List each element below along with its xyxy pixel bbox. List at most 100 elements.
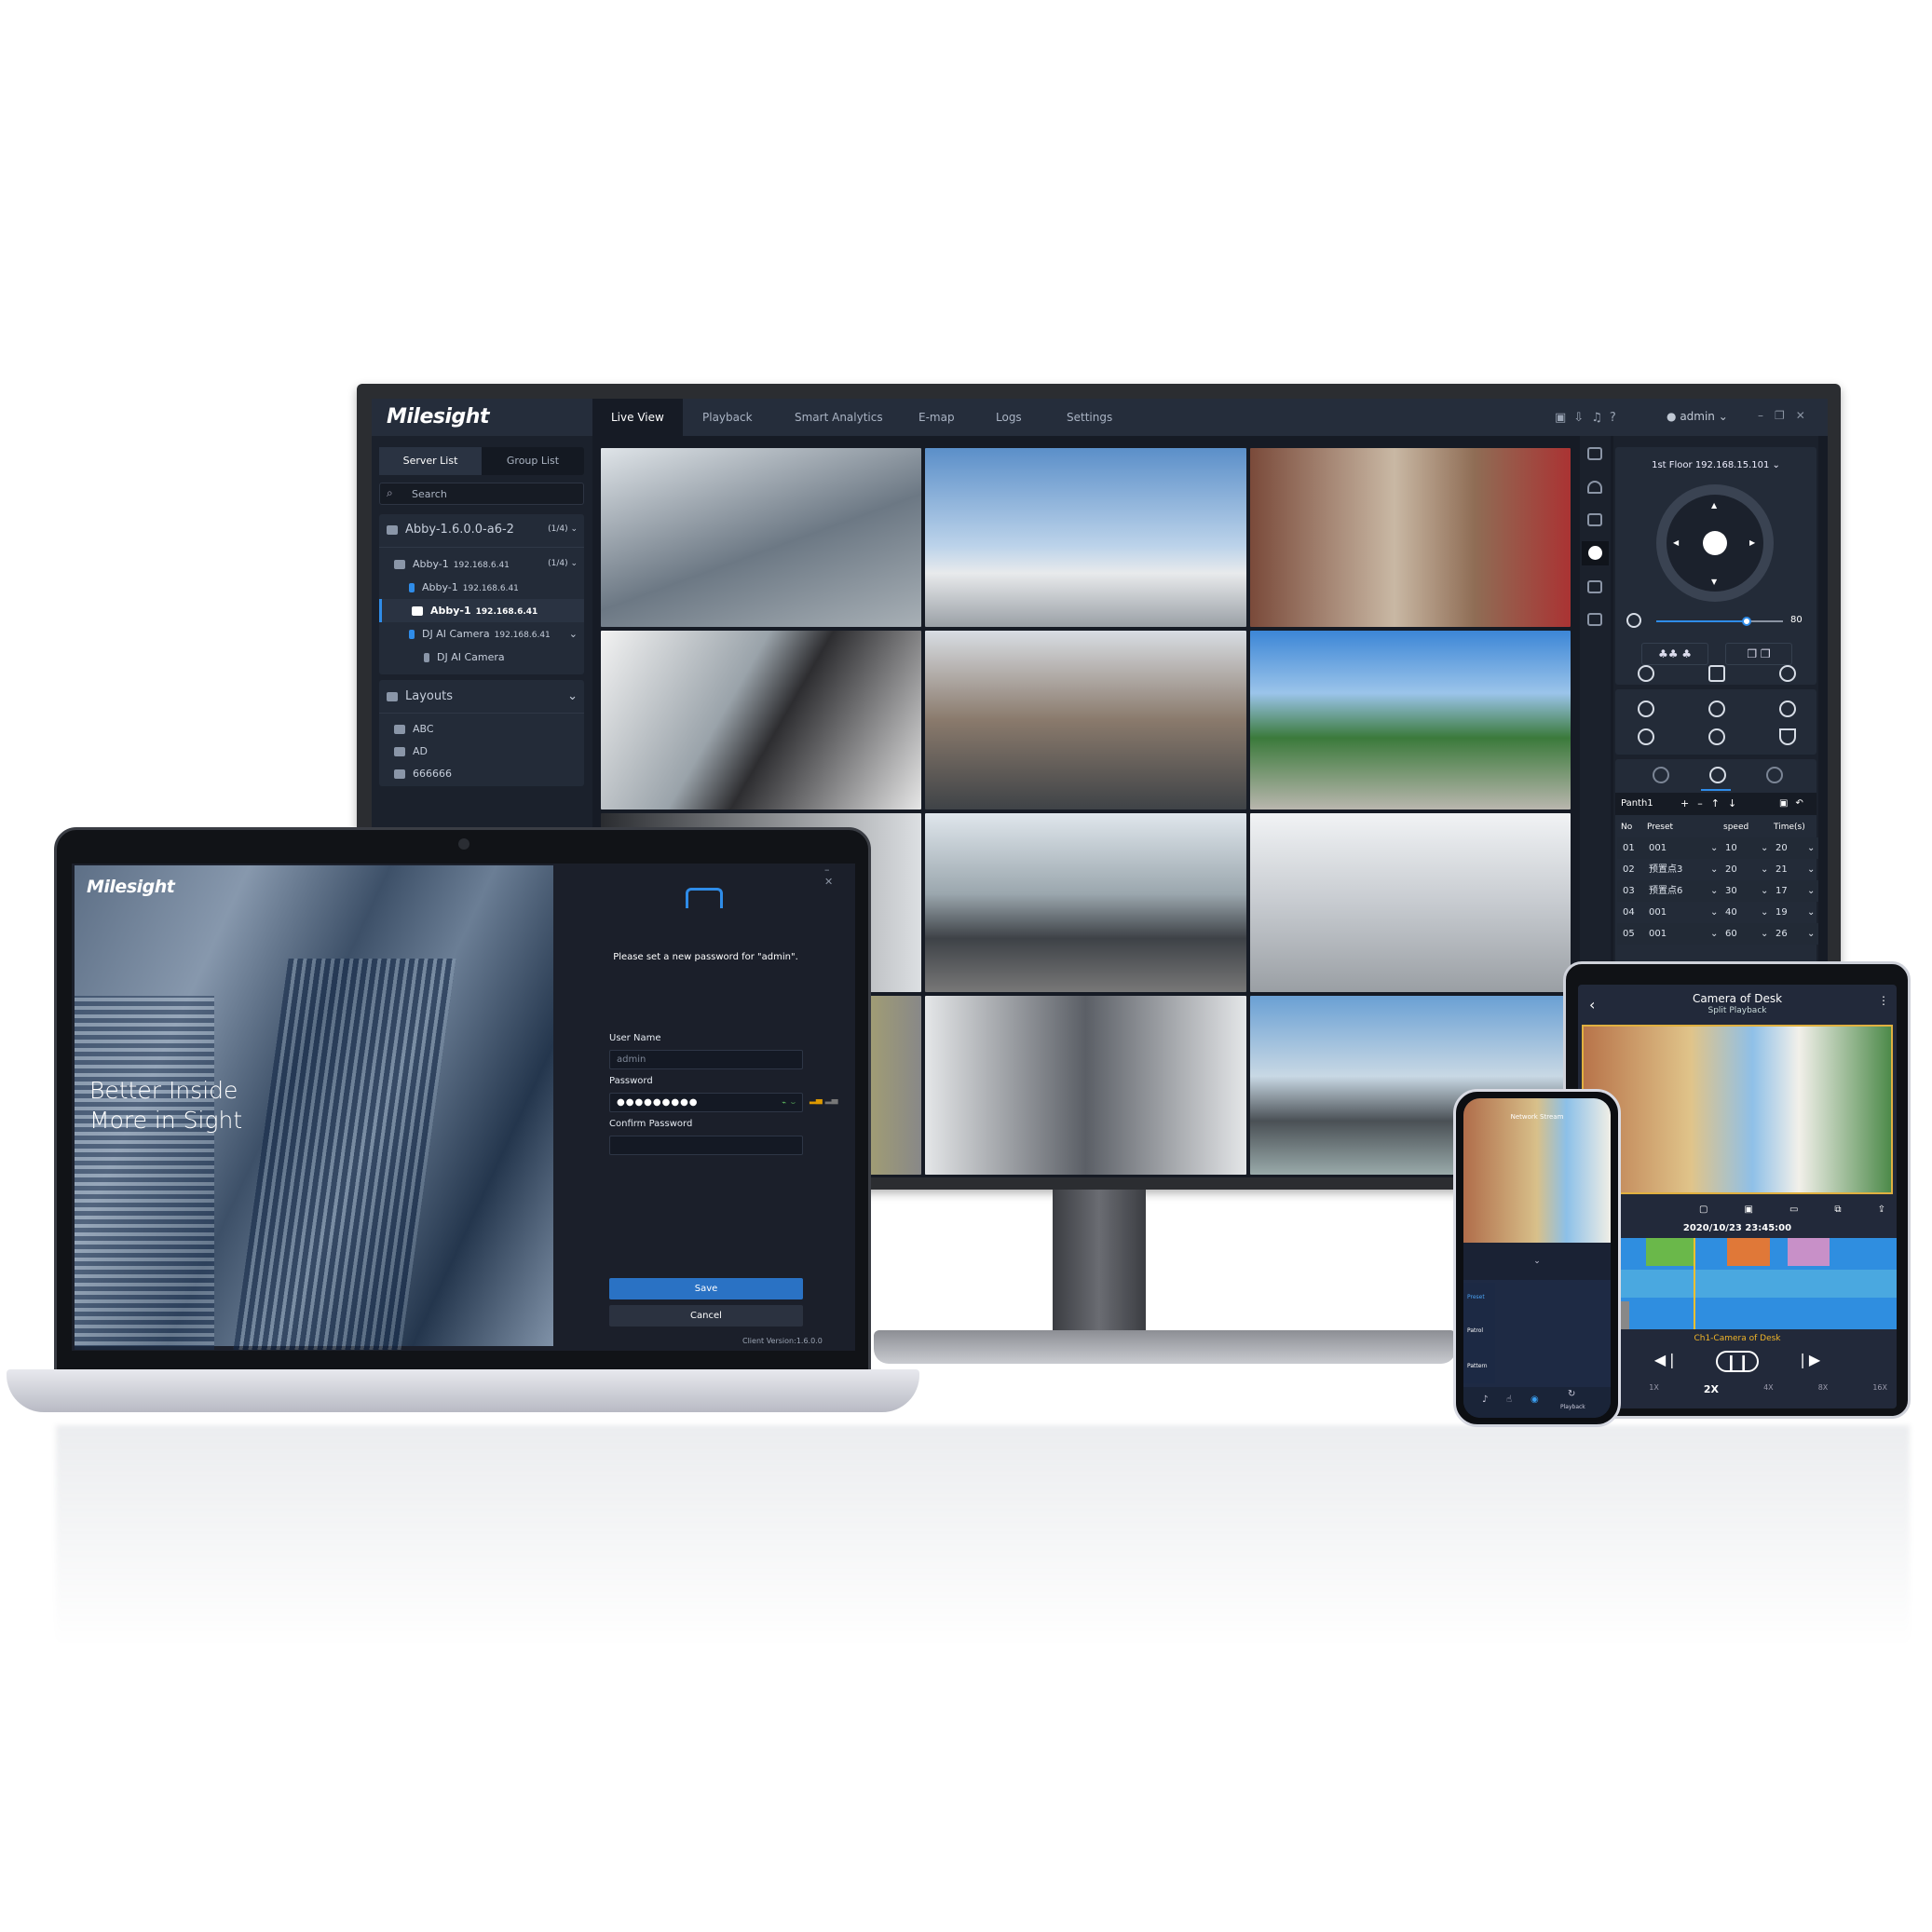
tab-logs[interactable]: Logs [977,399,1041,436]
user-menu[interactable]: ● admin ⌄ [1667,410,1728,423]
video-tile[interactable] [1249,813,1571,992]
search-input[interactable]: ⌕ Search [379,483,584,505]
tab-preset-icon[interactable] [1653,767,1669,783]
ptz-icon[interactable] [1588,546,1602,560]
speed-slider[interactable] [1656,617,1783,626]
camera-icon[interactable]: ◉ [1531,1395,1539,1405]
split-icon[interactable]: ⧉ [1834,1204,1841,1215]
bell-icon[interactable]: ♫ [1591,411,1610,425]
minimize-icon[interactable]: – [824,864,839,876]
video-tile[interactable] [601,448,922,627]
arrow-left-icon[interactable]: ◀ [1673,538,1679,547]
tab-playback[interactable]: Playback [684,399,771,436]
clip-icon[interactable]: ▭ [1789,1204,1798,1215]
video-tile[interactable] [601,631,922,810]
minimize-icon[interactable]: – [1758,409,1775,422]
chevron-down-icon[interactable]: ⌄ [1761,902,1768,923]
table-cell[interactable]: 20 [1725,859,1737,880]
chevron-down-icon[interactable]: ⌄ [1710,880,1718,902]
arrow-right-icon[interactable]: ▶ [1749,538,1755,547]
layout-item[interactable]: 666666 [394,762,452,785]
table-cell[interactable]: 001 [1649,902,1667,923]
table-cell[interactable]: 40 [1725,902,1737,923]
bell-icon[interactable] [1587,481,1602,494]
ptz-joystick[interactable]: ▲ ▼ ◀ ▶ [1656,484,1774,602]
chevron-down-icon[interactable]: ⌄ [1761,837,1768,859]
video-tile[interactable] [1249,448,1571,627]
cancel-button[interactable]: Cancel [609,1305,803,1327]
focus-far-icon[interactable]: ❐ [1761,647,1771,660]
light-icon[interactable] [1638,701,1654,717]
table-cell[interactable]: 21 [1776,859,1788,880]
sequence-icon[interactable] [1587,580,1602,593]
home-position-icon[interactable] [1638,728,1654,745]
table-cell[interactable]: 26 [1776,923,1788,945]
chevron-down-icon[interactable]: ⌄ [1761,880,1768,902]
chevron-down-icon[interactable]: ⌄ [1807,902,1815,923]
password-field[interactable]: ●●●●●●●●● ⌁ ⌣ [609,1093,803,1112]
menu-pattern[interactable]: Pattern [1467,1363,1488,1369]
layout-item[interactable]: ABC [394,717,434,741]
tab-live-view[interactable]: Live View [592,399,683,436]
menu-preset[interactable]: Preset [1467,1294,1485,1300]
playback-icon[interactable]: ↻ [1568,1389,1575,1399]
restore-icon[interactable]: ❐ [1775,409,1796,422]
tab-settings[interactable]: Settings [1048,399,1131,436]
microphone-icon[interactable]: ♪ [1482,1395,1488,1405]
chevron-down-icon[interactable]: ⌄ [1463,1243,1611,1280]
speed-option[interactable]: 8X [1818,1383,1829,1395]
tab-pattern-icon[interactable] [1766,767,1783,783]
chevron-down-icon[interactable]: ⌄ [1761,859,1768,880]
chevron-down-icon[interactable]: ⌄ [1710,859,1718,880]
pause-icon[interactable]: ❙❙ [1715,1351,1760,1372]
table-row[interactable]: 02 预置点3 ⌄ 20 ⌄ 21 ⌄ [1617,859,1818,880]
chevron-down-icon[interactable]: ⌄ [569,622,578,646]
camera-select[interactable]: 1st Floor 192.168.15.101 ⌄ [1615,460,1816,470]
move-up-icon[interactable]: ↑ [1711,797,1728,810]
speed-option[interactable]: 2X [1704,1383,1719,1395]
zoom-in-icon[interactable]: ♣ [1681,647,1692,660]
add-icon[interactable]: + [1680,797,1697,810]
video-tile[interactable] [925,631,1246,810]
chevron-down-icon[interactable]: ⌄ [1807,837,1815,859]
tab-group-list[interactable]: Group List [482,447,584,475]
save-button[interactable]: Save [609,1278,803,1299]
speed-option[interactable]: 1X [1649,1383,1659,1395]
video-tile[interactable] [925,996,1246,1175]
pin-icon[interactable] [1587,447,1602,460]
playback-video[interactable] [1582,1025,1893,1194]
zoom-out-icon[interactable]: ♣♣ [1658,647,1679,660]
table-cell[interactable]: 17 [1776,880,1788,902]
nvr-node[interactable]: Abby-1 192.168.6.41 (1/4) ⌄ [394,552,578,576]
table-cell[interactable]: 10 [1725,837,1737,859]
chevron-down-icon[interactable]: ⌄ [1807,880,1815,902]
layouts-header[interactable]: Layouts ⌄ [387,685,578,708]
tab-e-map[interactable]: E-map [900,399,973,436]
device-row-selected[interactable]: Abby-1 192.168.6.41 [379,599,584,622]
table-row[interactable]: 04 001 ⌄ 40 ⌄ 19 ⌄ [1617,902,1818,923]
server-node[interactable]: Abby-1.6.0.0-a6-2 (1/4) ⌄ [387,518,578,541]
ptz-hand-icon[interactable]: ☝ [1506,1395,1512,1405]
tab-server-list[interactable]: Server List [379,447,482,475]
power-icon[interactable] [1779,701,1796,717]
layout-item[interactable]: AD [394,740,428,763]
table-cell[interactable]: 20 [1776,837,1788,859]
chevron-down-icon[interactable]: ⌄ [1710,902,1718,923]
remove-icon[interactable]: – [1697,797,1711,810]
auto-focus-icon[interactable] [1638,665,1654,682]
chevron-down-icon[interactable]: ⌄ [1710,923,1718,945]
device-row[interactable]: DJ AI Camera 192.168.6.41 ⌄ [409,622,578,646]
arrow-up-icon[interactable]: ▲ [1711,501,1717,510]
video-tile[interactable] [1249,631,1571,810]
timeline[interactable] [1578,1238,1897,1329]
record-icon[interactable]: ▣ [1744,1204,1752,1215]
arrow-down-icon[interactable]: ▼ [1711,578,1717,586]
next-icon[interactable]: ❘▶ [1796,1351,1820,1372]
speed-option[interactable]: 16X [1872,1383,1887,1395]
iris-icon[interactable] [1779,665,1796,682]
download-icon[interactable]: ⇩ [1573,411,1591,425]
confirm-password-field[interactable] [609,1136,803,1155]
share-icon[interactable]: ⇪ [1878,1204,1885,1215]
previous-icon[interactable]: ◀❘ [1654,1351,1679,1372]
table-cell[interactable]: 30 [1725,880,1737,902]
